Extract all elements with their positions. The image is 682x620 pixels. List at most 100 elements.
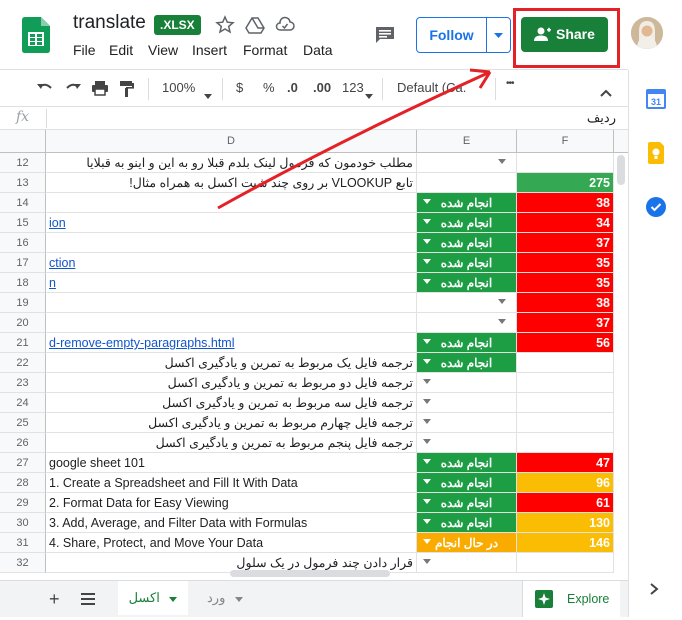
cell-e-status[interactable] (417, 313, 517, 333)
percent-format-button[interactable]: % (263, 80, 275, 95)
column-header-d[interactable]: D (46, 130, 417, 153)
cloud-status-icon[interactable] (275, 15, 295, 35)
vertical-scrollbar[interactable] (617, 155, 625, 185)
row-header[interactable]: 15 (0, 213, 46, 233)
row-header[interactable]: 23 (0, 373, 46, 393)
menu-edit[interactable]: Edit (109, 42, 133, 58)
dropdown-chevron-icon[interactable] (498, 299, 506, 304)
expand-panel-icon[interactable] (649, 582, 659, 601)
cell-e-status[interactable] (417, 173, 517, 193)
dropdown-chevron-icon[interactable] (423, 359, 431, 364)
dropdown-chevron-icon[interactable] (423, 379, 431, 384)
cell-d[interactable] (46, 233, 417, 253)
row-header[interactable]: 26 (0, 433, 46, 453)
menu-format[interactable]: Format (243, 42, 287, 58)
avatar[interactable] (631, 17, 663, 49)
dropdown-chevron-icon[interactable] (423, 439, 431, 444)
row-header[interactable]: 17 (0, 253, 46, 273)
add-sheet-icon[interactable]: + (49, 589, 60, 610)
row-header[interactable]: 22 (0, 353, 46, 373)
row-header[interactable]: 30 (0, 513, 46, 533)
row-header[interactable]: 19 (0, 293, 46, 313)
cell-f-value[interactable]: 38 (517, 293, 614, 313)
cell-e-status[interactable] (417, 433, 517, 453)
cell-d[interactable]: 4. Share, Protect, and Move Your Data (46, 533, 417, 553)
follow-dropdown-button[interactable] (487, 18, 510, 52)
cell-e-status[interactable] (417, 553, 517, 573)
cell-e-status[interactable]: در حال انجام (417, 533, 517, 553)
row-header[interactable]: 21 (0, 333, 46, 353)
number-format-dropdown-icon[interactable] (365, 86, 373, 104)
document-title[interactable]: translate (73, 12, 146, 34)
cell-e-status[interactable]: انجام شده (417, 213, 517, 233)
cell-e-status[interactable]: انجام شده (417, 453, 517, 473)
more-toolbar-icon[interactable]: ••• (506, 78, 514, 89)
cell-d[interactable]: 2. Format Data for Easy Viewing (46, 493, 417, 513)
cell-f-value[interactable] (517, 553, 614, 573)
currency-format-button[interactable]: $ (236, 80, 243, 95)
dropdown-chevron-icon[interactable] (423, 419, 431, 424)
decrease-decimal-button[interactable]: .0 (287, 80, 298, 95)
menu-view[interactable]: View (148, 42, 178, 58)
cell-f-value[interactable]: 61 (517, 493, 614, 513)
cell-e-status[interactable]: انجام شده (417, 273, 517, 293)
sheet-tab[interactable]: ورد (195, 581, 255, 615)
cell-f-value[interactable]: 35 (517, 253, 614, 273)
cell-f-value[interactable] (517, 393, 614, 413)
column-header-e[interactable]: E (417, 130, 517, 153)
cell-e-status[interactable] (417, 293, 517, 313)
cell-e-status[interactable] (417, 373, 517, 393)
dropdown-chevron-icon[interactable] (423, 559, 431, 564)
dropdown-chevron-icon[interactable] (423, 399, 431, 404)
cell-d[interactable]: تابع VLOOKUP بر روی چند شیت اکسل به همرا… (46, 173, 417, 193)
menu-file[interactable]: File (73, 42, 96, 58)
row-header[interactable]: 20 (0, 313, 46, 333)
cell-f-value[interactable]: 37 (517, 233, 614, 253)
cell-f-value[interactable]: 56 (517, 333, 614, 353)
cell-e-status[interactable]: انجام شده (417, 513, 517, 533)
cell-d[interactable] (46, 313, 417, 333)
row-header[interactable]: 12 (0, 153, 46, 173)
collapse-toolbar-icon[interactable] (600, 84, 612, 102)
zoom-dropdown-icon[interactable] (204, 86, 212, 104)
sheets-logo-icon[interactable] (22, 17, 50, 53)
dropdown-chevron-icon[interactable] (498, 159, 506, 164)
cell-f-value[interactable]: 34 (517, 213, 614, 233)
dropdown-chevron-icon[interactable] (423, 219, 431, 224)
cell-f-value[interactable] (517, 153, 614, 173)
cell-f-value[interactable] (517, 433, 614, 453)
cell-f-value[interactable]: 130 (517, 513, 614, 533)
cell-f-value[interactable] (517, 353, 614, 373)
row-header[interactable]: 27 (0, 453, 46, 473)
dropdown-chevron-icon[interactable] (423, 259, 431, 264)
cell-e-status[interactable] (417, 393, 517, 413)
column-header-f[interactable]: F (517, 130, 614, 153)
increase-decimal-button[interactable]: .00 (313, 80, 331, 95)
horizontal-scrollbar[interactable] (230, 570, 390, 577)
paint-format-icon[interactable] (119, 80, 135, 103)
menu-insert[interactable]: Insert (192, 42, 227, 58)
row-header[interactable]: 24 (0, 393, 46, 413)
print-icon[interactable] (91, 80, 109, 101)
sheet-tab-active[interactable]: اکسل (118, 581, 188, 615)
cell-e-status[interactable]: انجام شده (417, 353, 517, 373)
cell-d[interactable]: 3. Add, Average, and Filter Data with Fo… (46, 513, 417, 533)
dropdown-chevron-icon[interactable] (423, 339, 431, 344)
share-button[interactable]: Share (521, 17, 608, 52)
cell-e-status[interactable] (417, 413, 517, 433)
calendar-icon[interactable]: 31 (646, 89, 666, 114)
cell-d[interactable]: ترجمه فایل چهارم مربوط به تمرین و یادگیر… (46, 413, 417, 433)
undo-icon[interactable] (36, 80, 54, 101)
cell-e-status[interactable]: انجام شده (417, 473, 517, 493)
cell-e-status[interactable]: انجام شده (417, 253, 517, 273)
cell-f-value[interactable]: 37 (517, 313, 614, 333)
font-select[interactable]: Default (Ca... (397, 80, 467, 95)
cell-f-value[interactable] (517, 373, 614, 393)
all-sheets-icon[interactable] (81, 592, 95, 610)
cell-d[interactable] (46, 193, 417, 213)
cell-d[interactable]: d-remove-empty-paragraphs.html (46, 333, 417, 353)
dropdown-chevron-icon[interactable] (498, 319, 506, 324)
cell-d[interactable]: google sheet 101 (46, 453, 417, 473)
cell-f-value[interactable]: 35 (517, 273, 614, 293)
dropdown-chevron-icon[interactable] (423, 499, 431, 504)
